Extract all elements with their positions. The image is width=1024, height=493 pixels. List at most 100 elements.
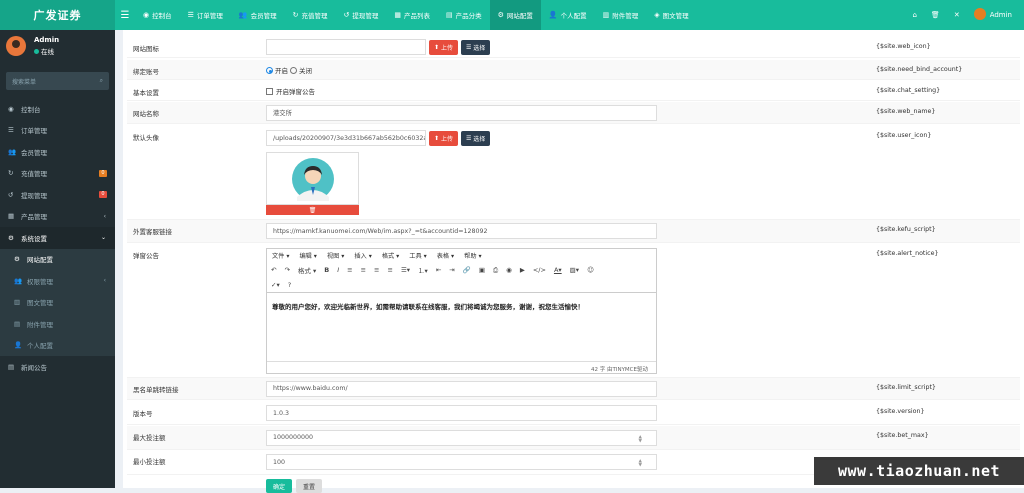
- editor-menu-6[interactable]: 表格 ▾: [437, 251, 454, 260]
- sidebar-item-4[interactable]: ↺ 提现管理 0: [0, 184, 115, 206]
- sidebar-item-0[interactable]: ◉ 控制台: [0, 98, 115, 120]
- tab-4[interactable]: ↺ 提现管理: [335, 0, 386, 30]
- home-icon[interactable]: ⌂: [912, 11, 916, 19]
- help-icon[interactable]: ?: [288, 281, 291, 289]
- sidebar-item-8[interactable]: 👥 权限管理 ‹: [0, 270, 115, 292]
- tab-3[interactable]: ↻ 充值管理: [285, 0, 336, 30]
- bet-max-input[interactable]: 1000000000 ▲ ▼: [266, 429, 657, 446]
- preview-icon[interactable]: ◉: [506, 266, 512, 274]
- tab-2[interactable]: 👥 会员管理: [231, 0, 285, 30]
- editor-content[interactable]: 尊敬的用户您好，欢迎光临新世界，如需帮助请联系在线客服，我们将竭诚为您服务，谢谢…: [267, 293, 656, 319]
- user-menu[interactable]: Admin: [973, 8, 1012, 21]
- limit-script-input[interactable]: https://www.baidu.com/: [266, 380, 657, 397]
- sidebar-item-label: 图文管理: [27, 299, 53, 308]
- fullscreen-icon[interactable]: ✕: [954, 11, 960, 19]
- radio-on[interactable]: 开启: [266, 65, 288, 75]
- sidebar-item-10[interactable]: ▤ 附件管理: [0, 313, 115, 335]
- tab-6[interactable]: ▤ 产品分类: [438, 0, 490, 30]
- text-color-icon[interactable]: A▾: [554, 266, 562, 274]
- app-logo[interactable]: 广发证券: [0, 0, 115, 30]
- user-icon-input[interactable]: /uploads/20200907/3e3d31b667ab562b0c6032…: [266, 130, 426, 146]
- tab-8[interactable]: 👤 个人配置: [541, 0, 595, 30]
- editor-menu-3[interactable]: 插入 ▾: [354, 251, 371, 260]
- template-var: {$site.chat_setting}: [876, 87, 941, 94]
- field-label: 最大投注额: [133, 434, 166, 442]
- sidebar-item-label: 个人配置: [27, 342, 53, 351]
- bold-icon[interactable]: B: [324, 266, 329, 274]
- tab-7[interactable]: ⚙ 网站配置: [489, 0, 541, 30]
- print-icon[interactable]: ⎙: [493, 266, 498, 275]
- menu-toggle-icon[interactable]: ☰: [115, 10, 135, 21]
- trash-icon[interactable]: 🗑: [931, 11, 940, 19]
- outdent-icon[interactable]: ⇤: [436, 266, 441, 274]
- align-right-icon[interactable]: ≡: [374, 266, 379, 274]
- tab-icon: ▥: [602, 11, 610, 19]
- radio-off[interactable]: 关闭: [290, 65, 312, 75]
- user-status: 在线: [34, 46, 59, 56]
- reset-button[interactable]: 重置: [296, 479, 323, 493]
- italic-icon[interactable]: I: [337, 266, 339, 274]
- bet-min-input[interactable]: 100 ▲ ▼: [266, 454, 657, 470]
- delete-image-button[interactable]: 🗑: [266, 205, 359, 215]
- sidebar-item-9[interactable]: ▥ 图文管理: [0, 291, 115, 313]
- web-name-input[interactable]: 港交所: [266, 104, 657, 121]
- kefu-script-input[interactable]: https://mamkf.kanuomei.com/Web/im.aspx?_…: [266, 223, 657, 239]
- chevron-left-icon: ‹: [103, 277, 106, 285]
- sidebar-search-input[interactable]: 搜索菜单 ⌕: [6, 72, 109, 90]
- submit-button[interactable]: 确定: [266, 479, 293, 493]
- template-var: {$site.web_icon}: [876, 43, 931, 50]
- sidebar-item-6[interactable]: ⚙ 系统设置 ⌄: [0, 227, 115, 249]
- upload-button[interactable]: ⬆ 上传: [429, 130, 458, 146]
- popup-notice-checkbox[interactable]: 开启弹窗公告: [266, 86, 315, 96]
- format-dropdown[interactable]: 格式 ▾: [298, 265, 316, 275]
- rich-text-editor[interactable]: 文件 ▾ 编辑 ▾ 视图 ▾ 插入 ▾ 格式 ▾ 工具 ▾ 表格 ▾ 帮助 ▾ ↶ ↷ 格式 …: [266, 247, 657, 374]
- tab-label: 订单管理: [196, 12, 223, 20]
- editor-menu-7[interactable]: 帮助 ▾: [464, 251, 481, 260]
- editor-menu-2[interactable]: 视图 ▾: [327, 251, 344, 260]
- sidebar-item-2[interactable]: 👥 会员管理: [0, 141, 115, 163]
- number-spinner-icon[interactable]: ▲ ▼: [639, 435, 642, 444]
- tab-9[interactable]: ▥ 附件管理: [595, 0, 647, 30]
- align-left-icon[interactable]: ≡: [347, 266, 352, 274]
- editor-menu-5[interactable]: 工具 ▾: [409, 251, 426, 260]
- tab-10[interactable]: ◈ 图文管理: [646, 0, 696, 30]
- sidebar-item-12[interactable]: ▤ 新闻公告: [0, 356, 115, 378]
- tab-1[interactable]: ☰ 订单管理: [180, 0, 231, 30]
- media-icon[interactable]: ▶: [520, 266, 525, 274]
- code-icon[interactable]: </>: [533, 266, 546, 274]
- tab-label: 网站配置: [506, 12, 533, 20]
- editor-menu-4[interactable]: 格式 ▾: [382, 251, 399, 260]
- indent-icon[interactable]: ⇥: [449, 266, 454, 274]
- sidebar-item-label: 订单管理: [21, 127, 47, 136]
- align-justify-icon[interactable]: ≡: [388, 266, 393, 274]
- emoji-icon[interactable]: ☺: [587, 266, 594, 274]
- editor-menu-label: 文件: [272, 253, 285, 260]
- menu-icon: ↺: [8, 190, 14, 199]
- sidebar-item-1[interactable]: ☰ 订单管理: [0, 120, 115, 142]
- undo-icon[interactable]: ↶: [271, 266, 276, 274]
- editor-menu-0[interactable]: 文件 ▾: [272, 251, 289, 260]
- bullet-list-icon[interactable]: ☰▾: [401, 266, 410, 274]
- number-spinner-icon[interactable]: ▲ ▼: [639, 459, 642, 468]
- redo-icon[interactable]: ↷: [284, 266, 289, 274]
- sidebar-item-3[interactable]: ↻ 充值管理 0: [0, 163, 115, 185]
- select-button[interactable]: ☰ 选择: [460, 39, 491, 55]
- image-icon[interactable]: ▣: [479, 266, 485, 274]
- bg-color-icon[interactable]: ▨▾: [570, 266, 579, 274]
- select-button[interactable]: ☰ 选择: [460, 130, 491, 146]
- spellcheck-icon[interactable]: ✓▾: [271, 281, 280, 289]
- link-icon[interactable]: 🔗: [463, 266, 471, 274]
- editor-menu-1[interactable]: 编辑 ▾: [299, 251, 316, 260]
- search-icon[interactable]: ⌕: [100, 77, 103, 85]
- sidebar-item-11[interactable]: 👤 个人配置: [0, 334, 115, 356]
- avatar: [6, 36, 26, 56]
- web-icon-input[interactable]: [266, 39, 426, 55]
- tab-5[interactable]: ▦ 产品列表: [386, 0, 438, 30]
- align-center-icon[interactable]: ≡: [361, 266, 366, 274]
- upload-button[interactable]: ⬆ 上传: [429, 39, 458, 55]
- sidebar-item-7[interactable]: ⚙ 网站配置: [0, 248, 115, 270]
- tab-0[interactable]: ◉ 控制台: [135, 0, 180, 30]
- numbered-list-icon[interactable]: ⒈▾: [418, 265, 428, 275]
- sidebar-item-5[interactable]: ▦ 产品管理 ‹: [0, 206, 115, 228]
- version-input[interactable]: 1.0.3: [266, 405, 657, 421]
